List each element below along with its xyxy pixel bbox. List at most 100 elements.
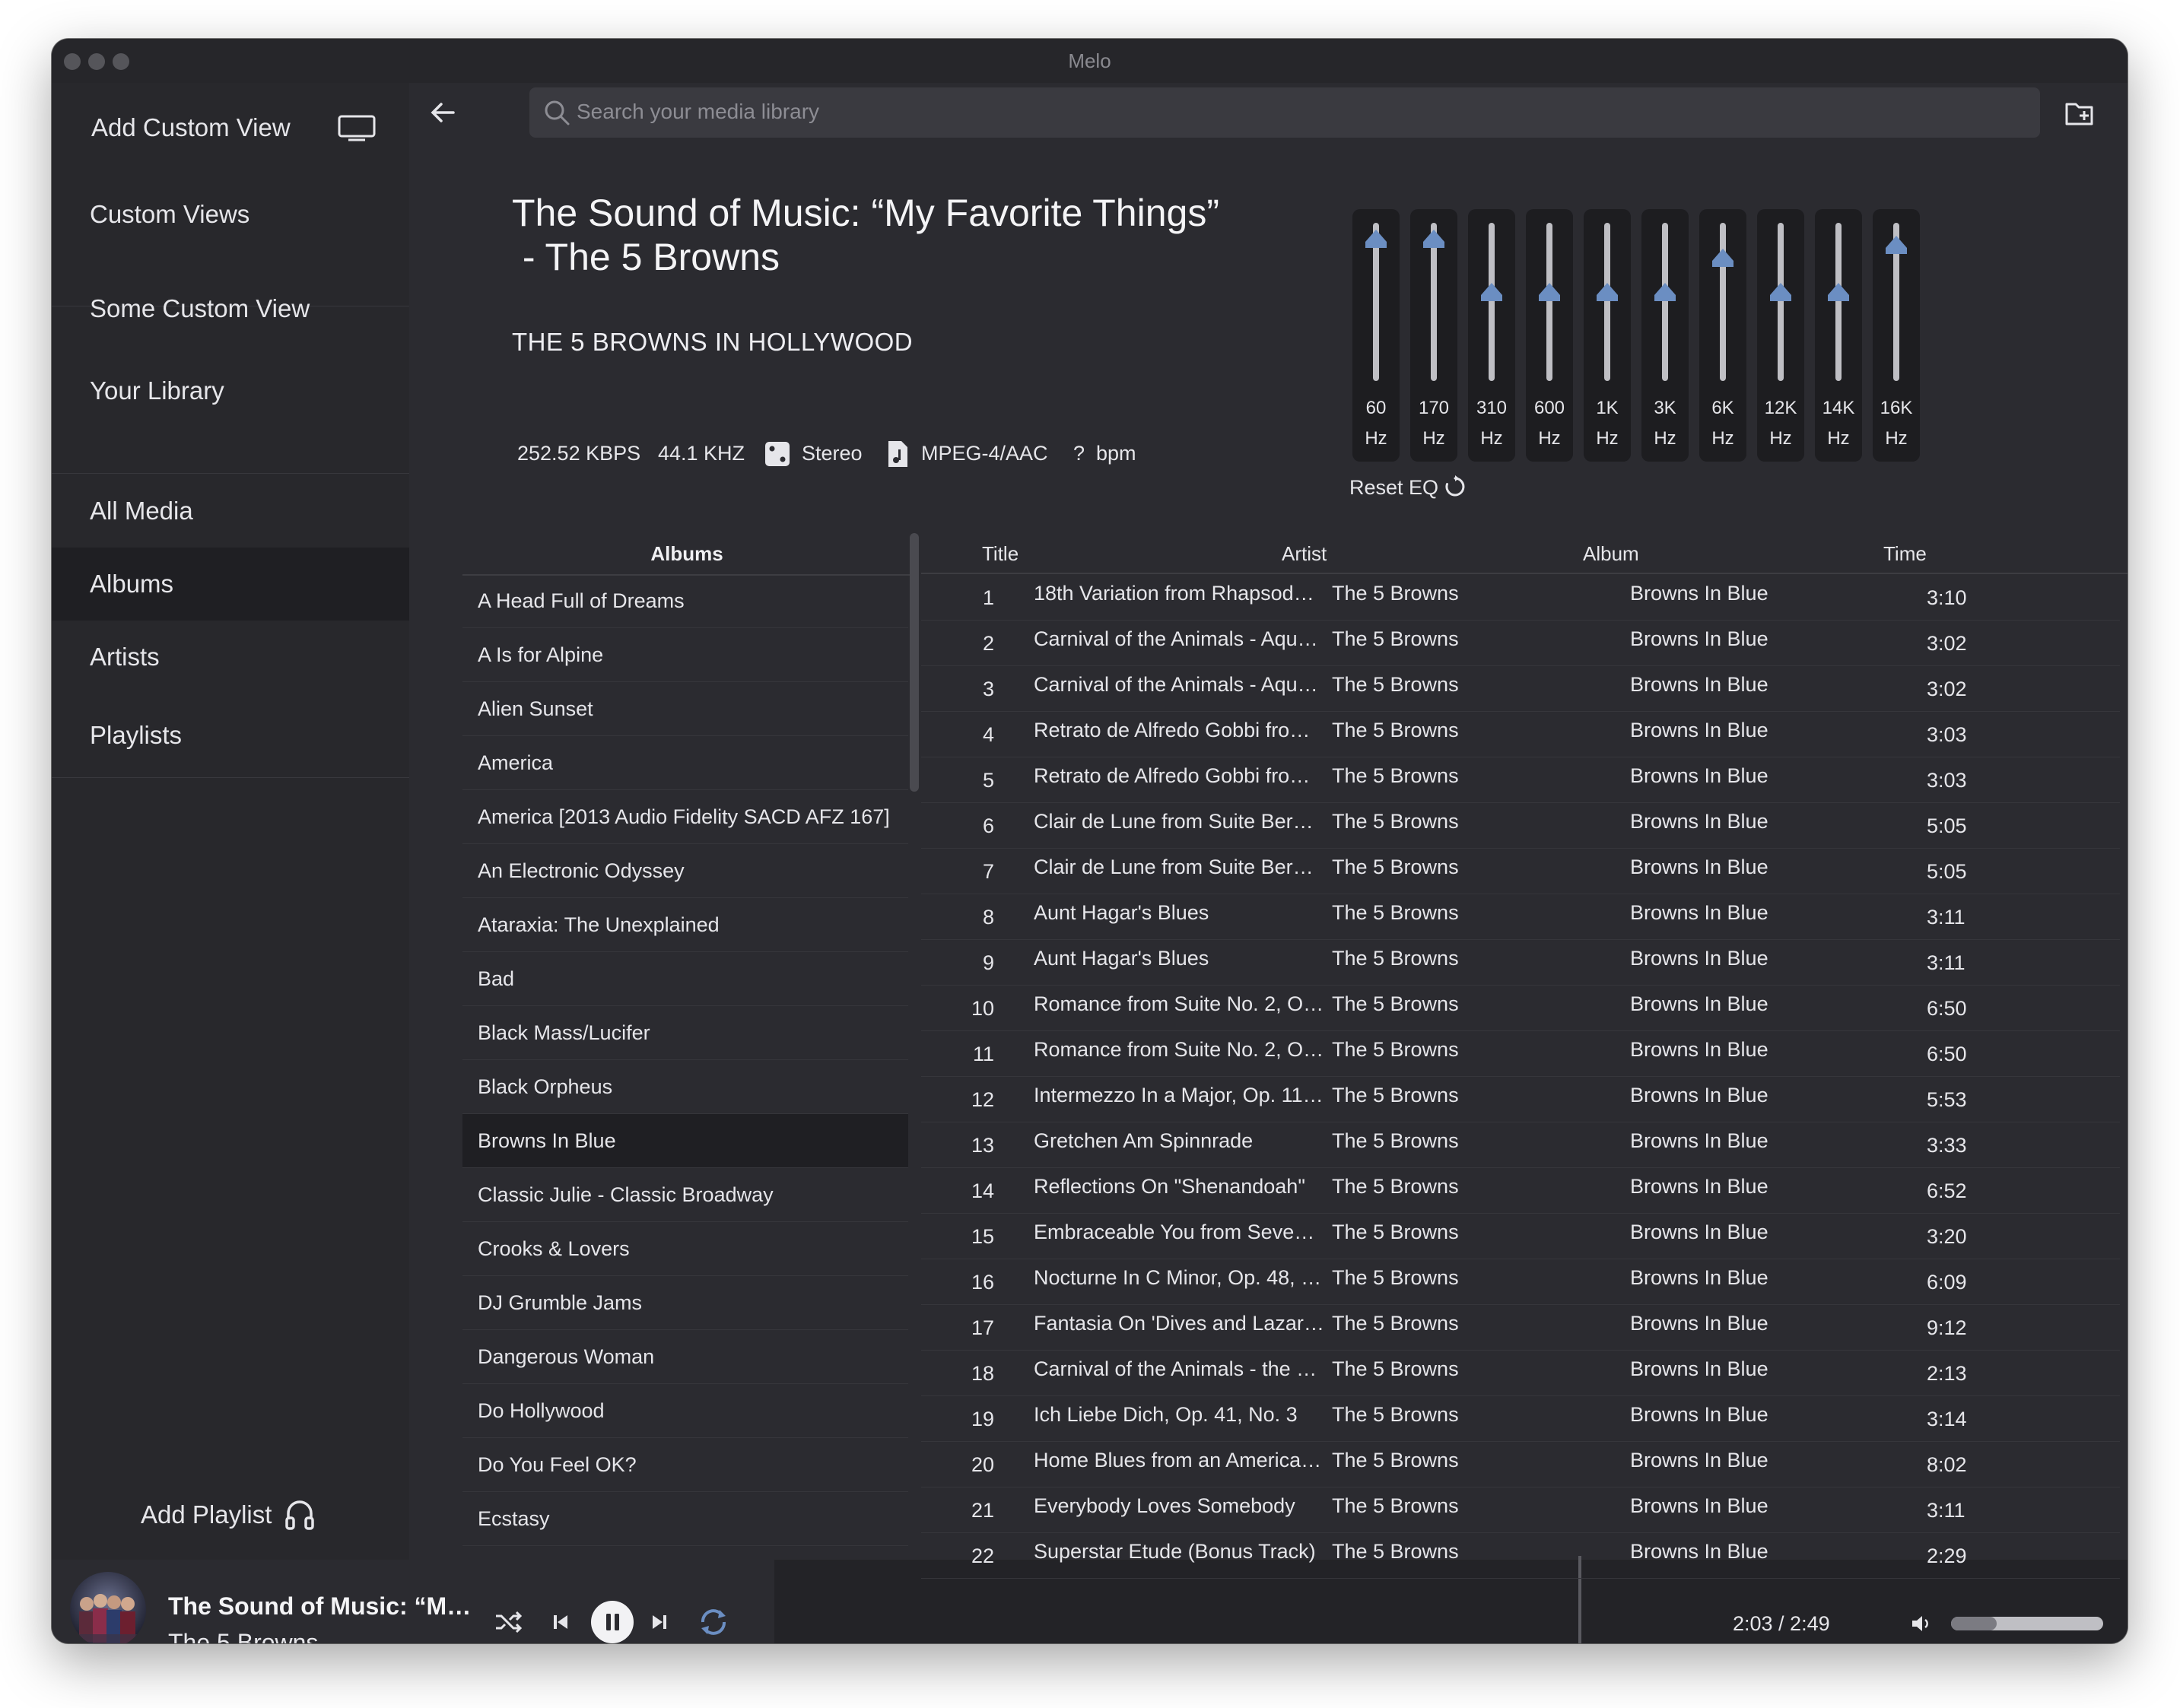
album-list-item[interactable]: America [2013 Audio Fidelity SACD AFZ 16… — [462, 790, 908, 844]
volume-icon[interactable] — [1911, 1614, 1932, 1633]
add-custom-view-button[interactable]: Add Custom View — [52, 83, 409, 173]
track-title: Ich Liebe Dich, Op. 41, No. 3 — [1034, 1403, 1298, 1426]
album-list-item[interactable]: Do You Feel OK? — [462, 1438, 908, 1492]
shuffle-icon[interactable] — [494, 1610, 522, 1634]
sidebar-item-some-custom-view[interactable]: Some Custom View — [52, 268, 409, 349]
sidebar-item-albums[interactable]: Albums — [52, 548, 409, 621]
eq-slider-thumb[interactable] — [1886, 235, 1907, 254]
eq-slider-thumb[interactable] — [1654, 283, 1676, 302]
eq-slider-thumb[interactable] — [1481, 283, 1502, 302]
album-list-item[interactable]: Black Orpheus — [462, 1060, 908, 1114]
column-header-title[interactable]: Title — [982, 533, 1018, 574]
table-row[interactable]: 6 Clair de Lune from Suite Berg… The 5 Bro… — [921, 802, 2120, 849]
album-list-item[interactable]: Do Hollywood — [462, 1384, 908, 1438]
table-row[interactable]: 20 Home Blues from an America… The 5 Brown… — [921, 1441, 2120, 1487]
chat-bubble-icon[interactable] — [2125, 100, 2128, 129]
column-header-album[interactable]: Album — [1583, 533, 1639, 574]
eq-band-14k[interactable]: 14K Hz — [1815, 209, 1862, 462]
table-row[interactable]: 1 18th Variation from Rhapsody… The 5 Brow… — [921, 574, 2120, 621]
eq-slider-thumb[interactable] — [1365, 229, 1387, 248]
eq-band-3k[interactable]: 3K Hz — [1641, 209, 1689, 462]
eq-slider-thumb[interactable] — [1712, 248, 1734, 267]
table-row[interactable]: 10 Romance from Suite No. 2, O… The 5 Brow… — [921, 985, 2120, 1031]
album-list-scrollbar[interactable] — [910, 533, 919, 792]
table-row[interactable]: 22 Superstar Etude (Bonus Track) The 5 Bro… — [921, 1532, 2120, 1579]
previous-track-icon[interactable] — [552, 1614, 569, 1630]
album-list-item[interactable]: Ecstasy — [462, 1492, 908, 1546]
reset-eq-button[interactable]: Reset EQ — [1349, 475, 1465, 500]
back-arrow-icon[interactable] — [427, 97, 458, 128]
album-art[interactable] — [70, 1572, 146, 1643]
repeat-icon[interactable] — [697, 1607, 730, 1637]
album-list-item[interactable]: DJ Grumble Jams — [462, 1276, 908, 1330]
album-list-item[interactable]: Browns In Blue — [462, 1114, 908, 1168]
album-list-item[interactable]: Black Mass/Lucifer — [462, 1006, 908, 1060]
album-list-item[interactable]: Crooks & Lovers — [462, 1222, 908, 1276]
eq-slider-thumb[interactable] — [1828, 283, 1849, 302]
eq-slider-thumb[interactable] — [1539, 283, 1560, 302]
album-list-item[interactable]: Classic Julie - Classic Broadway — [462, 1168, 908, 1222]
volume-slider[interactable] — [1951, 1617, 2103, 1630]
eq-band-60[interactable]: 60 Hz — [1352, 209, 1400, 462]
eq-band-600[interactable]: 600 Hz — [1526, 209, 1573, 462]
table-row[interactable]: 14 Reflections On "Shenandoah" The 5 Brown… — [921, 1167, 2120, 1214]
album-list-item[interactable]: America — [462, 736, 908, 790]
sidebar-item-artists[interactable]: Artists — [52, 621, 409, 694]
album-list-item[interactable]: Dangerous Woman — [462, 1330, 908, 1384]
table-row[interactable]: 2 Carnival of the Animals - Aqu… The 5 Bro… — [921, 620, 2120, 666]
pause-button[interactable] — [591, 1601, 634, 1643]
table-row[interactable]: 21 Everybody Loves Somebody The 5 Browns Br… — [921, 1487, 2120, 1533]
eq-band-170[interactable]: 170 Hz — [1410, 209, 1457, 462]
sidebar-item-your-library[interactable]: Your Library — [52, 345, 409, 437]
table-row[interactable]: 15 Embraceable You from Seven… The 5 Brown… — [921, 1213, 2120, 1259]
table-row[interactable]: 7 Clair de Lune from Suite Berg… The 5 Bro… — [921, 848, 2120, 894]
add-playlist-button[interactable]: Add Playlist — [52, 1492, 409, 1538]
table-row[interactable]: 3 Carnival of the Animals - Aqu… The 5 Bro… — [921, 665, 2120, 712]
table-row[interactable]: 8 Aunt Hagar's Blues The 5 Browns Browns In… — [921, 894, 2120, 940]
albums-column-header[interactable]: Albums — [462, 533, 911, 576]
table-row[interactable]: 18 Carnival of the Animals - the … The 5 B… — [921, 1350, 2120, 1396]
eq-slider-thumb[interactable] — [1423, 229, 1444, 248]
table-row[interactable]: 9 Aunt Hagar's Blues The 5 Browns Browns In… — [921, 939, 2120, 986]
add-folder-icon[interactable] — [2064, 100, 2095, 127]
next-track-icon[interactable] — [651, 1614, 668, 1630]
eq-slider-track[interactable] — [1489, 223, 1495, 381]
album-list-item[interactable]: Bad — [462, 952, 908, 1006]
column-header-time[interactable]: Time — [1883, 533, 1927, 574]
eq-band-1k[interactable]: 1K Hz — [1584, 209, 1631, 462]
eq-slider-thumb[interactable] — [1770, 283, 1791, 302]
column-header-artist[interactable]: Artist — [1282, 533, 1327, 574]
eq-band-16k[interactable]: 16K Hz — [1873, 209, 1920, 462]
track-number: 22 — [971, 1545, 994, 1567]
eq-slider-track[interactable] — [1720, 223, 1726, 381]
eq-slider-track[interactable] — [1778, 223, 1784, 381]
album-list-item[interactable]: An Electronic Odyssey — [462, 844, 908, 898]
sidebar-item-playlists[interactable]: Playlists — [52, 694, 409, 777]
table-row[interactable]: 4 Retrato de Alfredo Gobbi from… The 5 Bro… — [921, 711, 2120, 757]
album-list-item[interactable]: A Head Full of Dreams — [462, 574, 908, 628]
table-row[interactable]: 17 Fantasia On 'Dives and Lazar… The 5 Bro… — [921, 1304, 2120, 1351]
table-row[interactable]: 5 Retrato de Alfredo Gobbi from… The 5 Bro… — [921, 757, 2120, 803]
table-row[interactable]: 19 Ich Liebe Dich, Op. 41, No. 3 The 5 Bro… — [921, 1395, 2120, 1442]
album-list-item[interactable]: Ataraxia: The Unexplained — [462, 898, 908, 952]
eq-slider-track[interactable] — [1835, 223, 1842, 381]
search-input[interactable]: Search your media library — [529, 87, 2040, 138]
eq-slider-track[interactable] — [1546, 223, 1552, 381]
sidebar-item-custom-views[interactable]: Custom Views — [52, 173, 409, 256]
album-list-item[interactable]: Alien Sunset — [462, 682, 908, 736]
sidebar-item-all-media[interactable]: All Media — [52, 475, 409, 548]
eq-band-12k[interactable]: 12K Hz — [1757, 209, 1804, 462]
eq-slider-track[interactable] — [1604, 223, 1610, 381]
table-row[interactable]: 11 Romance from Suite No. 2, O… The 5 Brow… — [921, 1030, 2120, 1077]
eq-band-6k[interactable]: 6K Hz — [1699, 209, 1746, 462]
eq-slider-thumb[interactable] — [1597, 283, 1618, 302]
table-row[interactable]: 16 Nocturne In C Minor, Op. 48, … The 5 Br… — [921, 1259, 2120, 1305]
eq-band-310[interactable]: 310 Hz — [1468, 209, 1515, 462]
table-row[interactable]: 13 Gretchen Am Spinnrade The 5 Browns Brown… — [921, 1122, 2120, 1168]
album-list-item[interactable]: A Is for Alpine — [462, 628, 908, 682]
eq-slider-track[interactable] — [1662, 223, 1668, 381]
window-title: Melo — [1068, 49, 1111, 72]
track-time: 8:02 — [1927, 1453, 1967, 1476]
eq-band-unit: Hz — [1422, 428, 1445, 449]
table-row[interactable]: 12 Intermezzo In a Major, Op. 11… The 5 Br… — [921, 1076, 2120, 1122]
